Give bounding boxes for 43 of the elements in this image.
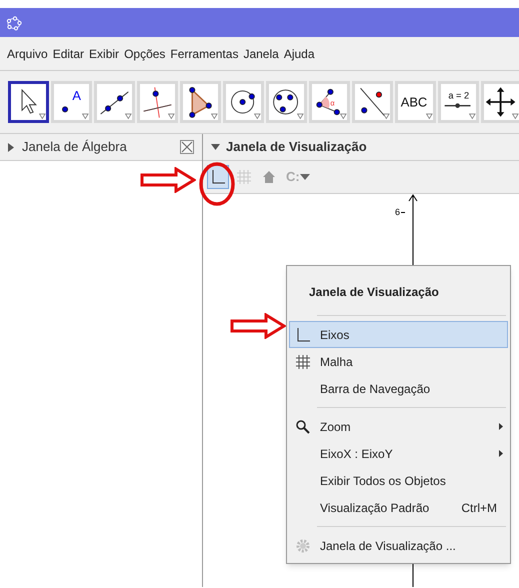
menu-item[interactable]: Zoom [289,413,508,440]
app-logo-icon [6,14,22,30]
menu-item[interactable]: Barra de Navegação [289,375,508,402]
close-icon[interactable] [180,140,194,154]
menu-item[interactable]: Janela de Visualização ... [289,532,508,559]
slider-tool-label: a = 2 [448,90,470,100]
tool-button[interactable]: ABC [395,81,436,123]
tool-button[interactable]: a = 2 [438,81,479,123]
menu-item[interactable]: Ferramentas [169,44,240,62]
caret-icon [300,173,310,181]
tool-button[interactable]: α [309,81,350,123]
menu-item[interactable]: Exibir [88,44,120,62]
annotation-circle [198,161,236,207]
menu-item[interactable]: Visualização Padrão Ctrl+M [289,494,508,521]
point-label: A [72,88,82,104]
menu-header: Janela de Visualização [308,284,440,301]
menu-item[interactable]: Arquivo [6,44,49,62]
expand-icon[interactable] [8,142,14,152]
tool-button[interactable] [8,81,49,123]
panel-title: Janela de Visualização [226,138,367,156]
menu-item[interactable]: Ajuda [282,44,316,62]
axis-tick-label: 6 [395,206,400,219]
panel-title: Janela de Álgebra [22,138,127,156]
menu-item[interactable]: Malha [289,348,508,375]
menu-item[interactable]: Editar [52,44,86,62]
home-icon [262,170,276,184]
axes-icon [295,326,311,342]
search-icon [295,418,311,434]
menu-item[interactable]: EixoX : EixoY [289,440,508,467]
settings-icon [295,538,311,554]
annotation-arrow [230,313,286,339]
grid-icon [295,354,311,370]
text-tool-label: ABC [400,94,428,110]
tool-button[interactable]: A [51,81,92,123]
grid-icon [236,169,252,185]
menu-item[interactable]: Exibir Todos os Objetos [289,467,508,494]
menu-item[interactable]: Opções [123,44,166,62]
collapse-icon[interactable] [211,144,220,150]
menu-item[interactable]: Janela [242,44,280,62]
angle-label: α [330,98,335,108]
menu-item[interactable]: Eixos [289,321,508,348]
axes-icon [210,169,226,185]
annotation-arrow [140,167,196,193]
